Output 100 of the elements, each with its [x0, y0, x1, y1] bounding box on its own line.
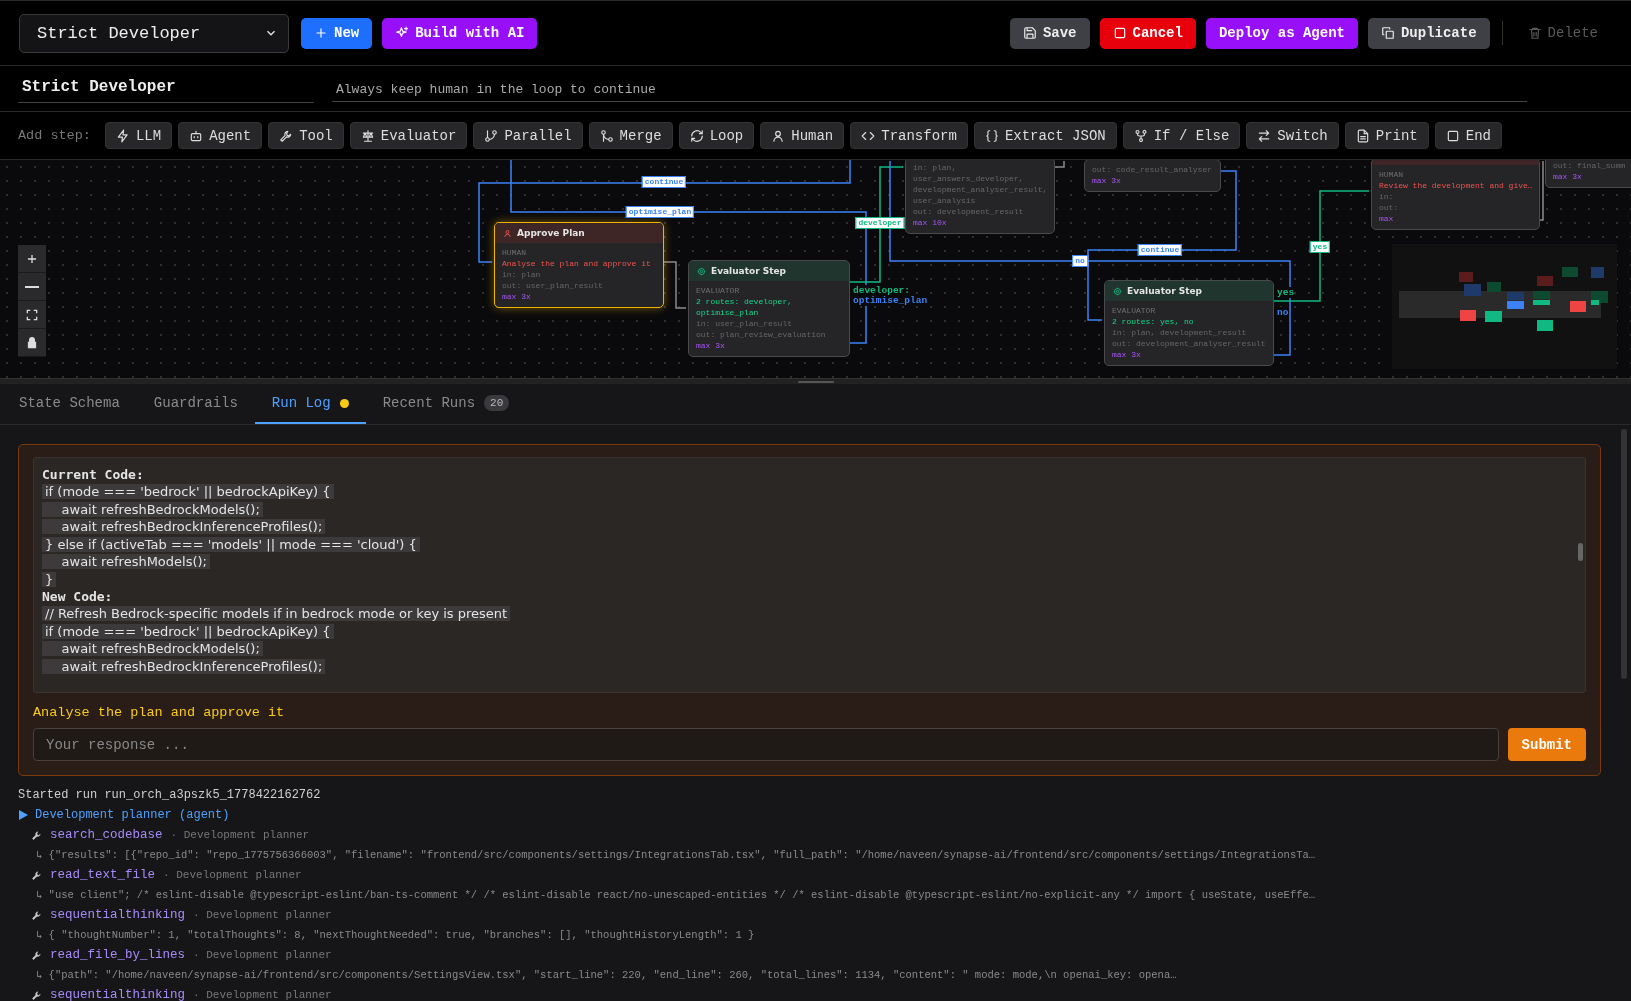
scale-icon [360, 128, 375, 143]
port-label: no [1277, 307, 1289, 318]
node-max: max 3x [1092, 175, 1122, 186]
approval-question: Analyse the plan and approve it [33, 705, 286, 720]
minus-icon [25, 285, 39, 288]
code-heading: Current Code: [42, 466, 145, 483]
node-detail: 2 routes: yes, no [1112, 316, 1195, 327]
braces-icon [984, 128, 999, 143]
tool-name: read_file_by_lines [50, 947, 186, 964]
trash-icon [1527, 26, 1542, 40]
wrench-icon [31, 909, 42, 921]
swap-icon [1257, 128, 1272, 143]
bolt-icon [115, 128, 130, 143]
tool-source: · Development planner [193, 908, 332, 923]
add-step-button[interactable]: LLM [104, 122, 173, 149]
edge-label: optimise_plan [625, 206, 695, 218]
panel-tab[interactable]: Run Log [254, 384, 366, 424]
log-line: Started run run_orch_a3pszk5_1778422162762 [18, 787, 322, 804]
add-step-button[interactable]: Human [760, 122, 845, 149]
add-step-button[interactable]: Agent [178, 122, 263, 149]
node-max: max 3x [696, 340, 726, 351]
panel-tab[interactable]: Recent Runs 20 [365, 384, 527, 424]
add-step-button[interactable]: Evaluator [349, 122, 468, 149]
workflow-select[interactable]: Strict Developer [19, 13, 289, 53]
fork-icon [1133, 128, 1148, 143]
expand-icon [25, 307, 39, 322]
tool-source: · Development planner [163, 868, 302, 883]
deploy-button[interactable]: Deploy as Agent [1205, 17, 1358, 49]
edge-label: continue [641, 176, 687, 188]
gear-icon [1113, 286, 1122, 296]
panel-tab[interactable]: State Schema [2, 384, 137, 424]
workflow-canvas[interactable] [0, 160, 1631, 378]
branch-icon [484, 128, 499, 143]
add-step-button[interactable]: Switch [1246, 122, 1339, 149]
person-icon [771, 128, 786, 143]
tool-source: · Development planner [170, 828, 310, 843]
wrench-icon [31, 989, 42, 1001]
tool-result: ↳ { "thoughtNumber": 1, "totalThoughts": 8, "nextThoughtNeeded": true, "branches": [], "thoughtHistoryLength": 1 } [35, 928, 756, 943]
node-max: max 3x [502, 291, 532, 302]
duplicate-button[interactable]: Duplicate [1367, 17, 1490, 49]
node-title: Approve Plan [517, 228, 585, 238]
edge-label: continue [1137, 244, 1183, 256]
panel-tab[interactable]: Guardrails [136, 384, 255, 424]
node-type: EVALUATOR [696, 285, 741, 296]
save-icon [1022, 26, 1037, 40]
code-heading: New Code: [42, 588, 114, 605]
node-title: Evaluator Step [1127, 286, 1203, 296]
tool-name: sequentialthinking [50, 987, 186, 1001]
tool-source: · Development planner [193, 988, 332, 1001]
document-icon [1355, 128, 1370, 143]
node-type: HUMAN [1379, 169, 1404, 180]
tool-name: read_text_file [50, 867, 156, 884]
tool-name: sequentialthinking [50, 907, 186, 924]
zoom-in-button[interactable] [18, 245, 46, 273]
node-title: Evaluator Step [711, 266, 787, 276]
scrollbar-thumb[interactable] [1621, 429, 1627, 679]
add-step-button[interactable]: Loop [678, 122, 755, 149]
edge-label: no [1072, 255, 1088, 267]
node-detail: Review the development and give… [1379, 180, 1532, 191]
add-step-button[interactable]: If / Else [1122, 122, 1241, 149]
edge-label: yes [1309, 241, 1331, 253]
response-field[interactable]: Your response ... [33, 728, 1499, 761]
save-button[interactable]: Save [1009, 17, 1090, 49]
add-step-button[interactable]: Tool [268, 122, 344, 149]
add-step-button[interactable]: Print [1344, 122, 1429, 149]
copy-icon [1380, 26, 1395, 40]
add-step-button[interactable]: Merge [588, 122, 673, 149]
scrollbar-thumb[interactable] [1578, 543, 1583, 561]
tool-result: ↳ "use client"; /* eslint-disable @typescript-eslint/ban-ts-comment */ /* eslint-disable react/no-unescaped-entities */ /* eslint-disable @typescript-eslint/no-explicit-any */ import { useState, useEffe… [35, 888, 1317, 903]
caret-icon[interactable] [18, 810, 28, 820]
description-field[interactable]: Always keep human in the loop to continue [332, 75, 1527, 102]
robot-icon [189, 128, 204, 143]
wrench-icon [31, 869, 42, 881]
node-type: EVALUATOR [1112, 305, 1157, 316]
build-with-ai-button[interactable]: Build with AI [382, 17, 538, 49]
gear-icon [697, 266, 706, 276]
lock-icon [25, 335, 39, 350]
sparkle-icon [395, 26, 410, 40]
wrench-icon [31, 949, 42, 961]
cancel-button[interactable]: Cancel [1099, 17, 1196, 49]
edge-label: developer [855, 217, 905, 229]
refresh-icon [689, 128, 704, 143]
plus-icon [314, 26, 328, 40]
node-max: max [1379, 213, 1395, 224]
merge-icon [599, 128, 614, 143]
resize-handle[interactable] [797, 380, 834, 383]
add-step-button[interactable]: End [1434, 122, 1502, 149]
add-step-label: Add step: [18, 128, 91, 143]
tool-source: · Development planner [193, 948, 332, 963]
agent-entry[interactable]: Development planner (agent) [35, 805, 230, 825]
add-step-button[interactable]: Transform [850, 122, 968, 149]
tool-result: ↳ {"results": [{"repo_id": "repo_1775756366003", "filename": "frontend/src/components/settings/IntegrationsTab.tsx", "full_path": "/home/naveen/synapse-ai/frontend/src/components/settings/IntegrationsTa… [35, 848, 1317, 863]
new-button[interactable]: New [301, 17, 373, 49]
workflow-name-field[interactable]: Strict Developer [18, 74, 314, 103]
minimap[interactable] [1392, 244, 1617, 369]
person-icon [503, 228, 512, 238]
add-step-button[interactable]: Parallel [473, 122, 583, 149]
node-max: max 3x [1553, 171, 1583, 182]
tool-name: search_codebase [50, 827, 163, 844]
add-step-button[interactable]: Extract JSON [973, 122, 1117, 149]
